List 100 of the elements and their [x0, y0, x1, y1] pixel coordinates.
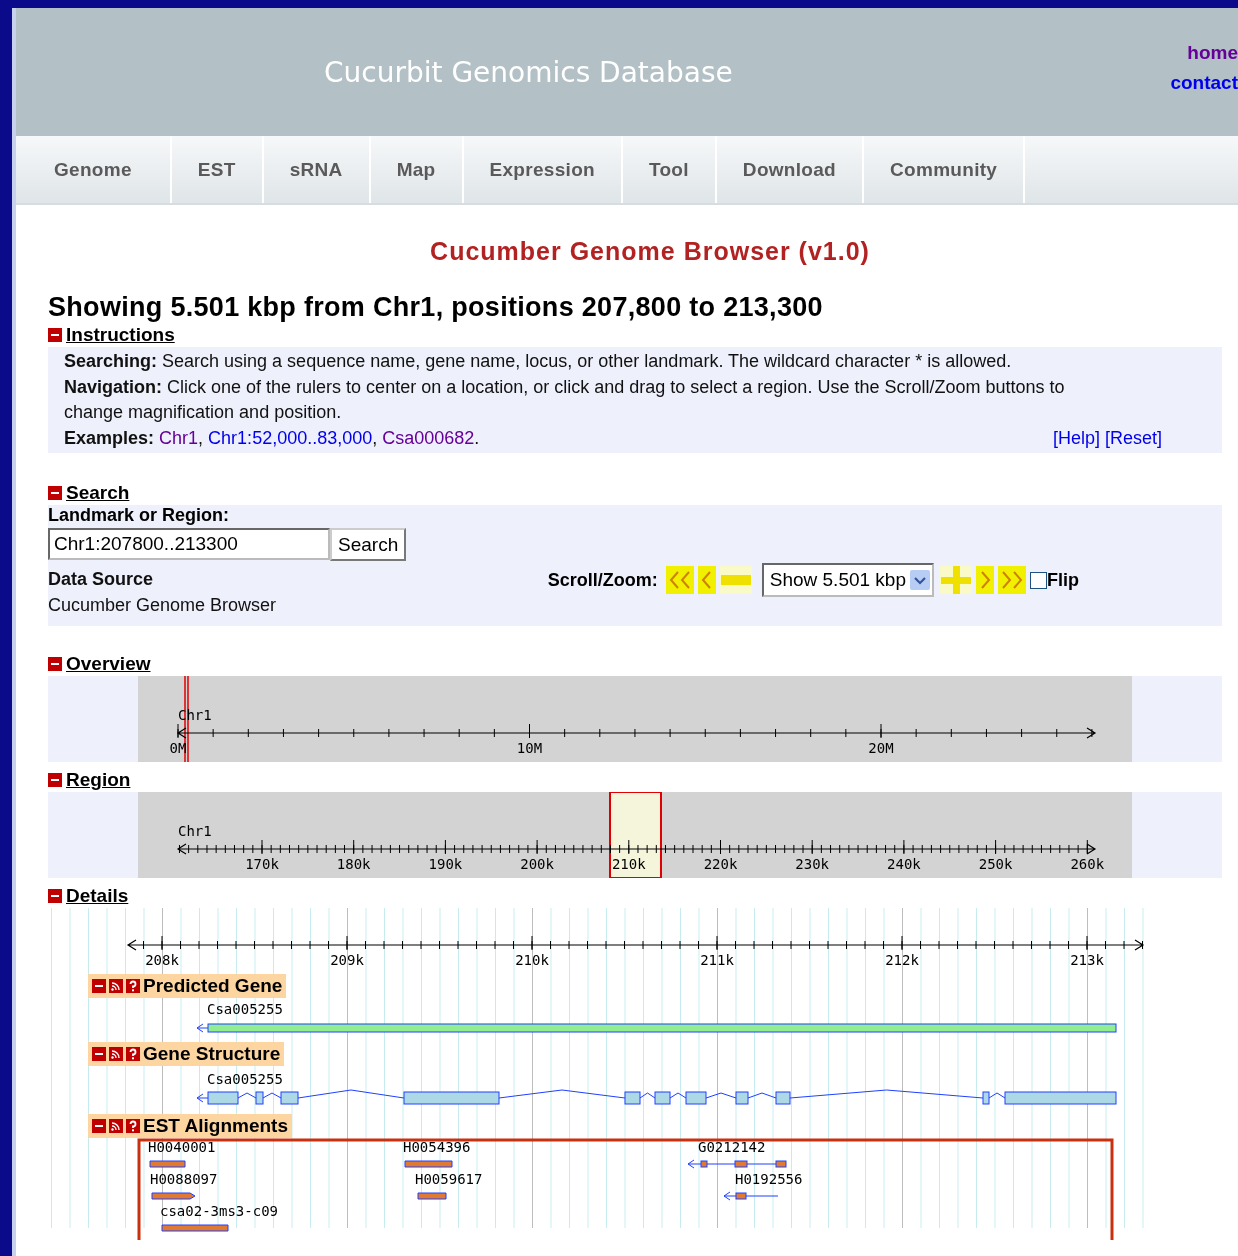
ruler-label: 208k [145, 952, 179, 968]
ruler[interactable] [176, 839, 1097, 855]
ruler-label: 213k [1070, 952, 1104, 968]
instruction-text: Searching: Search using a sequence name, gene name, locus, or other landmark. The wildcard character * is allowed. [64, 350, 1013, 373]
ruler-label: 212k [885, 952, 919, 968]
collapse-icon[interactable] [48, 889, 62, 903]
feature-label: csa02-3ms3-c09 [160, 1203, 278, 1219]
dropdown-icon [910, 570, 930, 590]
track-title: Predicted Gene [143, 975, 283, 997]
help-icon[interactable] [126, 1119, 140, 1133]
ruler-label: 20M [868, 740, 894, 756]
collapse-icon[interactable] [48, 657, 62, 671]
section-link[interactable]: Details [66, 885, 129, 907]
alignment-feature [404, 1160, 453, 1168]
section-link[interactable]: Search [66, 482, 130, 504]
alignment-feature [161, 1224, 229, 1232]
data-source-value: Cucumber Genome Browser [48, 593, 277, 617]
separator: , [372, 427, 378, 448]
chromosome-label: Chr1 [178, 823, 212, 839]
separator: . [474, 427, 480, 448]
help-icon[interactable] [126, 1047, 140, 1061]
search-button[interactable]: Search [330, 528, 407, 561]
collapse-icon[interactable] [48, 328, 62, 342]
alignment-feature [149, 1160, 186, 1168]
help-link[interactable]: [Reset] [1104, 427, 1162, 448]
examples-label: Examples: [64, 427, 155, 448]
ruler-label: 220k [703, 856, 738, 872]
ruler-label: 10M [516, 740, 543, 756]
alignment-feature [723, 1191, 779, 1201]
flip-checkbox[interactable] [1030, 571, 1047, 589]
site-title: Cucurbit Genomics Database [324, 55, 733, 89]
data-source-label: Data Source [48, 569, 154, 589]
instruction-text: Navigation: Click one of the rulers to center on a location, or click and drag to select a region. Use the Scroll/Zoom buttons to change magnification and position. [64, 375, 1066, 424]
nav-tab[interactable]: Expression [463, 136, 623, 203]
double-chevron-left-icon [668, 570, 691, 590]
nav-tab[interactable]: Genome [16, 136, 172, 203]
feature-label: G0212142 [698, 1139, 766, 1155]
chevron-right-icon [979, 570, 991, 590]
feature-label: Csa005255 [207, 1071, 283, 1087]
double-chevron-right-icon [1001, 570, 1023, 590]
rss-icon[interactable] [109, 1119, 123, 1133]
feature-label: H0088097 [150, 1171, 218, 1187]
ruler-label: 211k [700, 952, 734, 968]
scroll-far-left-button[interactable] [665, 566, 694, 594]
ruler-label: 200k [520, 856, 554, 872]
landmark-input[interactable]: Chr1:207800..213300 [48, 528, 330, 560]
page-heading: Showing 5.501 kbp from Chr1, positions 207,800 to 213,300 [48, 292, 824, 323]
collapse-icon[interactable] [92, 979, 106, 993]
section-link[interactable]: Overview [66, 653, 151, 675]
rss-icon[interactable] [109, 979, 123, 993]
section-link[interactable]: Instructions [66, 324, 175, 346]
page-title: Cucumber Genome Browser (v1.0) [429, 237, 871, 266]
nav-tab[interactable]: EST [171, 136, 264, 203]
header-link[interactable]: contact [1170, 72, 1238, 94]
help-link[interactable]: [Help] [1052, 427, 1100, 448]
collapse-icon[interactable] [92, 1119, 106, 1133]
example-link[interactable]: Chr1 [159, 427, 199, 448]
flip-label: Flip [1047, 569, 1079, 591]
scroll-left-button[interactable] [697, 566, 716, 594]
alignment-feature [151, 1192, 196, 1200]
track-title: EST Alignments [143, 1115, 288, 1137]
help-icon[interactable] [126, 979, 140, 993]
nav-tab[interactable]: Tool [622, 136, 717, 203]
feature-label: H0054396 [403, 1139, 471, 1155]
ruler-label: 260k [1070, 856, 1105, 872]
rss-icon[interactable] [109, 1047, 123, 1061]
nav-tab[interactable]: Map [370, 136, 464, 203]
nav-tab[interactable]: sRNA [263, 136, 371, 203]
separator: , [198, 427, 204, 448]
nav-tab[interactable]: Community [864, 136, 1026, 203]
ruler-label: 180k [336, 856, 371, 872]
collapse-icon[interactable] [48, 486, 62, 500]
field-label: Landmark or Region: [48, 505, 230, 525]
ruler-label: 250k [978, 856, 1013, 872]
ruler-label: 240k [887, 856, 921, 872]
collapse-icon[interactable] [92, 1047, 106, 1061]
ruler-label: 209k [330, 952, 364, 968]
example-link[interactable]: Chr1:52,000..83,000 [208, 427, 373, 448]
ruler-label: 190k [428, 856, 463, 872]
feature-label: Csa005255 [207, 1001, 283, 1017]
nav-tab[interactable]: Download [716, 136, 865, 203]
feature-label: H0040001 [148, 1139, 216, 1155]
ruler-label: 230k [795, 856, 830, 872]
scroll-right-button[interactable] [976, 566, 994, 594]
plus-icon [941, 566, 971, 594]
feature-label: H0192556 [735, 1171, 803, 1187]
chevron-left-icon [701, 570, 713, 590]
ruler-label: 210k [611, 856, 646, 872]
zoom-select[interactable]: Show 5.501 kbp [761, 563, 934, 597]
header-link[interactable]: home [1187, 42, 1238, 64]
ruler[interactable] [126, 935, 1145, 951]
feature-label: H0059617 [415, 1171, 483, 1187]
collapse-icon[interactable] [48, 773, 62, 787]
ruler-label: 210k [515, 952, 549, 968]
section-link[interactable]: Region [66, 769, 131, 791]
minus-icon [720, 575, 751, 585]
example-link[interactable]: Csa000682 [382, 427, 475, 448]
ruler-label: 170k [245, 856, 279, 872]
track-title: Gene Structure [143, 1043, 281, 1065]
alignment-feature [417, 1192, 447, 1200]
